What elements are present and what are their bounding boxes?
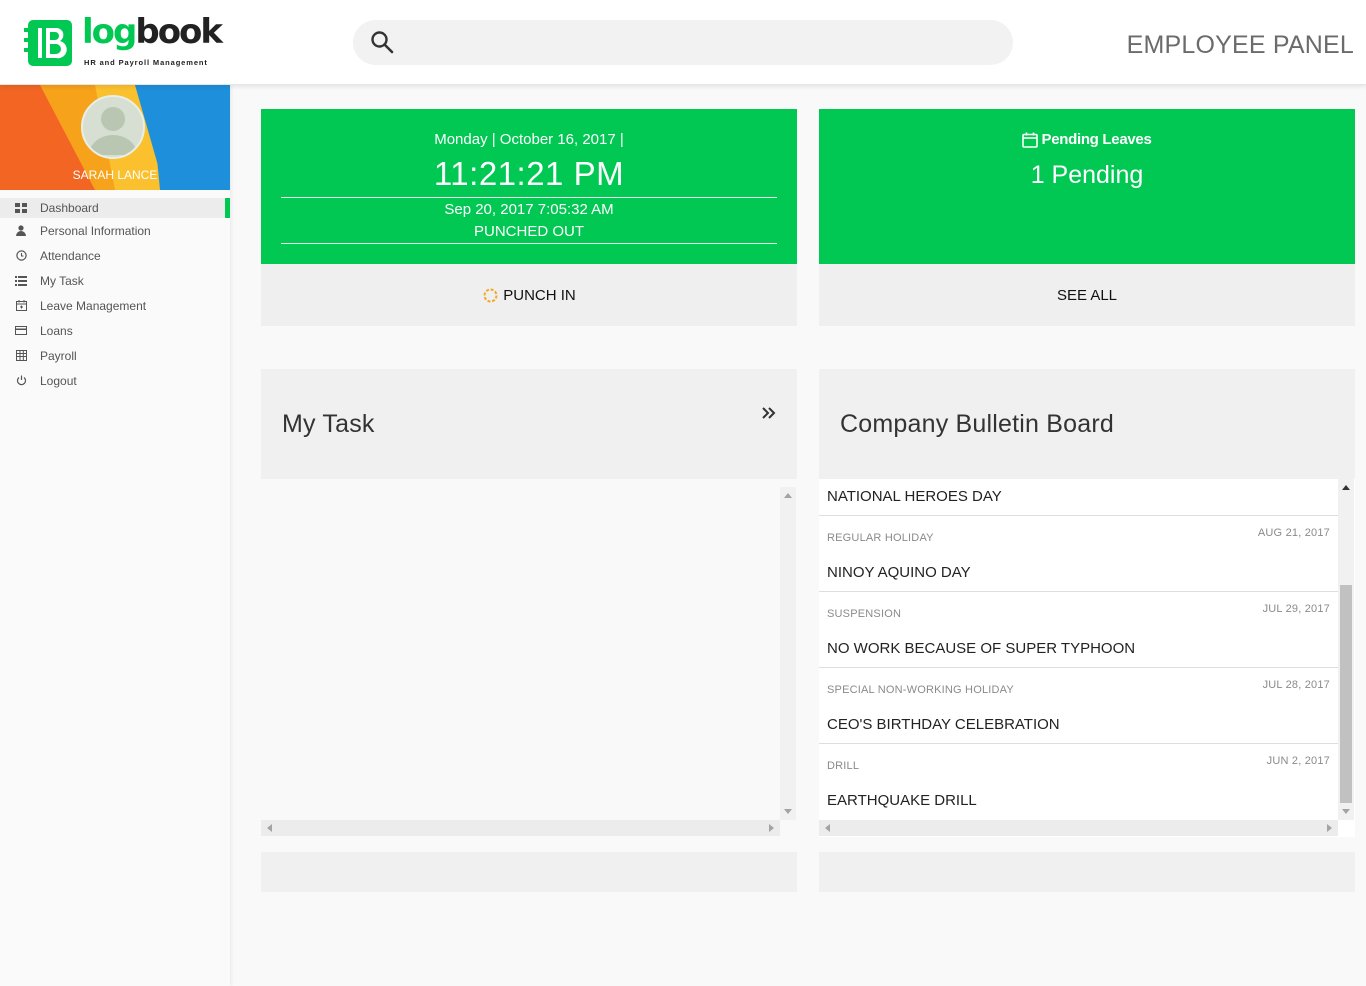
my-task-title: My Task [282, 410, 375, 438]
panel-title: EMPLOYEE PANEL [1126, 31, 1354, 59]
divider [281, 197, 777, 198]
sidebar-item-payroll[interactable]: Payroll [0, 343, 230, 368]
clock-icon [14, 249, 28, 263]
scroll-right-icon[interactable] [769, 824, 774, 832]
spinner-icon [483, 288, 498, 302]
bulletin-item[interactable]: DRILL JUN 2, 2017 EARTHQUAKE DRILL [819, 744, 1338, 820]
sidebar-item-attendance[interactable]: Attendance [0, 243, 230, 268]
clock-card: Monday | October 16, 2017 | 11:21:21 PM … [261, 109, 797, 264]
scroll-right-icon[interactable] [1327, 824, 1332, 832]
search-input[interactable] [408, 28, 998, 57]
sidebar-item-label: My Task [40, 273, 84, 288]
bulletin-item-name: CEO'S BIRTHDAY CELEBRATION [827, 716, 1060, 733]
user-icon [14, 224, 28, 238]
sidebar-item-label: Loans [40, 323, 73, 338]
pending-leaves-label: Pending Leaves [1041, 131, 1152, 148]
task-footer [261, 852, 797, 892]
my-task-list[interactable] [261, 487, 797, 837]
double-chevron-right-icon[interactable] [761, 405, 777, 421]
credit-card-icon [14, 324, 28, 338]
divider [281, 243, 777, 244]
logo-tagline: HR and Payroll Management [84, 58, 208, 67]
scroll-up-icon[interactable] [784, 493, 792, 498]
pending-leaves-card: Pending Leaves 1 Pending [819, 109, 1355, 264]
bulletin-item[interactable]: SPECIAL NON-WORKING HOLIDAY JUL 28, 2017… [819, 668, 1338, 744]
bulletin-horizontal-scrollbar[interactable] [819, 820, 1338, 836]
logo-wordmark: logbook [82, 12, 223, 52]
table-icon [14, 349, 28, 363]
current-time: 11:21:21 PM [433, 155, 625, 192]
sidebar-item-logout[interactable]: Logout [0, 368, 230, 393]
punch-in-label: PUNCH IN [503, 286, 576, 304]
bulletin-item-type: REGULAR HOLIDAY [827, 532, 934, 544]
sidebar-item-label: Dashboard [40, 201, 99, 215]
task-vertical-scrollbar[interactable] [780, 487, 796, 820]
bulletin-item[interactable]: REGULAR HOLIDAY AUG 21, 2017 NINOY AQUIN… [819, 516, 1338, 592]
logbook-logo-mark-icon [24, 20, 72, 66]
scroll-up-icon[interactable] [1342, 485, 1350, 490]
bulletin-item-name: EARTHQUAKE DRILL [827, 792, 977, 809]
bulletin-item-date: JUN 2, 2017 [1266, 755, 1330, 767]
sidebar-item-label: Logout [40, 373, 77, 388]
user-avatar-icon [89, 107, 137, 155]
scrollbar-thumb[interactable] [1340, 585, 1352, 803]
bulletin-item-type: SUSPENSION [827, 608, 902, 620]
last-punch-time: Sep 20, 2017 7:05:32 AM [444, 201, 614, 218]
sidebar-item-label: Personal Information [40, 223, 151, 238]
punch-in-button[interactable]: PUNCH IN [261, 264, 797, 326]
scroll-left-icon[interactable] [825, 824, 830, 832]
bulletin-item-type: SPECIAL NON-WORKING HOLIDAY [827, 684, 1014, 696]
sidebar-nav: Dashboard Personal Information Attendanc… [0, 198, 230, 393]
logbook-logo[interactable]: logbook HR and Payroll Management [24, 12, 223, 72]
bulletin-item-date: JUL 29, 2017 [1262, 603, 1330, 615]
sidebar-item-loans[interactable]: Loans [0, 318, 230, 343]
profile-banner: SARAH LANCE [0, 85, 230, 190]
sidebar-item-my-task[interactable]: My Task [0, 268, 230, 293]
profile-name: SARAH LANCE [72, 168, 158, 182]
sidebar-item-dashboard[interactable]: Dashboard [0, 198, 230, 218]
punch-status: PUNCHED OUT [473, 223, 584, 240]
bulletin-items: NATIONAL HEROES DAY REGULAR HOLIDAY AUG … [819, 479, 1338, 820]
bulletin-item-name: NO WORK BECAUSE OF SUPER TYPHOON [827, 640, 1136, 657]
scroll-down-icon[interactable] [1342, 809, 1350, 814]
bulletin-item-type: DRILL [827, 760, 860, 772]
task-horizontal-scrollbar[interactable] [261, 820, 780, 836]
bulletin-board-title: Company Bulletin Board [840, 410, 1114, 438]
see-all-label: SEE ALL [1056, 286, 1118, 304]
bulletin-item-name[interactable]: NATIONAL HEROES DAY [819, 479, 1338, 516]
scroll-down-icon[interactable] [784, 809, 792, 814]
sidebar-item-label: Payroll [40, 348, 77, 363]
my-task-header: My Task [261, 369, 797, 479]
bulletin-board-header: Company Bulletin Board [819, 369, 1355, 479]
avatar[interactable] [81, 95, 145, 159]
sidebar-item-label: Attendance [40, 248, 101, 263]
sidebar-item-label: Leave Management [40, 298, 147, 313]
sidebar-item-personal-information[interactable]: Personal Information [0, 218, 230, 243]
scroll-left-icon[interactable] [267, 824, 272, 832]
bulletin-footer [819, 852, 1355, 892]
search-icon[interactable] [369, 29, 395, 55]
pending-leaves-title: Pending Leaves [819, 131, 1355, 148]
bulletin-vertical-scrollbar[interactable] [1338, 479, 1354, 820]
bulletin-board-list[interactable]: NATIONAL HEROES DAY REGULAR HOLIDAY AUG … [819, 479, 1355, 837]
pending-leaves-count: 1 Pending [1030, 161, 1144, 189]
calendar-icon [1022, 132, 1039, 148]
top-header: logbook HR and Payroll Management EMPLOY… [0, 0, 1366, 85]
sidebar: SARAH LANCE Dashboard Personal Informati… [0, 85, 230, 986]
bulletin-item[interactable]: SUSPENSION JUL 29, 2017 NO WORK BECAUSE … [819, 592, 1338, 668]
power-icon [14, 374, 28, 388]
bulletin-item-date: AUG 21, 2017 [1257, 527, 1330, 539]
list-icon [14, 274, 28, 288]
dashboard-icon [14, 201, 28, 215]
bulletin-item-name: NINOY AQUINO DAY [827, 564, 971, 581]
sidebar-item-leave-management[interactable]: Leave Management [0, 293, 230, 318]
current-date: Monday | October 16, 2017 | [434, 131, 624, 148]
calendar-icon [14, 299, 28, 313]
see-all-button[interactable]: SEE ALL [819, 264, 1355, 326]
bulletin-item-date: JUL 28, 2017 [1262, 679, 1330, 691]
search-bar[interactable] [353, 20, 1013, 65]
